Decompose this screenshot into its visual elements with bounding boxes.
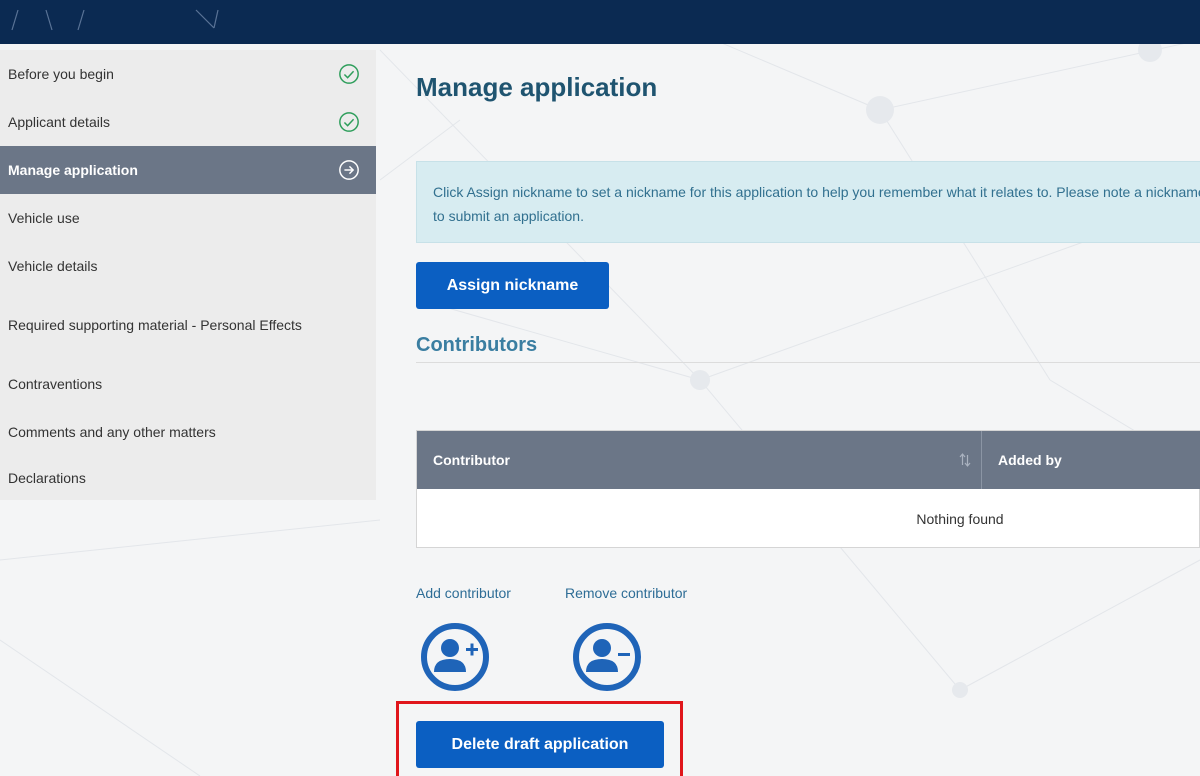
sort-icon <box>959 453 971 467</box>
sidebar-item-before-you-begin[interactable]: Before you begin <box>0 50 376 98</box>
arrow-circle-icon <box>339 160 359 180</box>
contributors-heading: Contributors <box>416 334 538 356</box>
info-text-line-2: to submit an application. <box>433 208 584 224</box>
info-alert: Click Assign nickname to set a nickname … <box>416 161 1200 243</box>
sidebar-item-label: Vehicle details <box>8 258 98 274</box>
sidebar-item-label: Contraventions <box>8 376 103 392</box>
sidebar-item-label: Manage application <box>8 162 138 178</box>
add-contributor-link[interactable]: Add contributor <box>416 585 511 601</box>
assign-nickname-button[interactable]: Assign nickname <box>416 262 609 309</box>
sidebar-item-declarations[interactable]: Declarations <box>0 454 376 502</box>
column-header-label: Added by <box>998 452 1062 468</box>
sidebar-item-comments[interactable]: Comments and any other matters <box>0 408 376 456</box>
info-text-line-1: Click Assign nickname to set a nickname … <box>433 184 1200 200</box>
sidebar-item-label: Applicant details <box>8 114 110 130</box>
column-header-contributor[interactable]: Contributor <box>417 431 982 489</box>
sidebar-item-contraventions[interactable]: Contraventions <box>0 360 376 408</box>
section-divider <box>416 362 1200 363</box>
table-header: Contributor Added by <box>417 431 1200 489</box>
sidebar-item-vehicle-use[interactable]: Vehicle use <box>0 194 376 242</box>
sidebar-item-label: Vehicle use <box>8 210 80 226</box>
application-steps-sidebar: Before you begin Applicant details Manag… <box>0 50 376 500</box>
remove-user-icon[interactable] <box>572 622 642 692</box>
check-circle-icon <box>339 64 359 84</box>
check-circle-icon <box>339 112 359 132</box>
table-empty-message: Nothing found <box>916 511 1004 527</box>
column-header-added-by[interactable]: Added by <box>982 431 1200 489</box>
sidebar-item-label: Declarations <box>8 470 86 486</box>
remove-contributor-link[interactable]: Remove contributor <box>565 585 687 601</box>
sidebar-item-manage-application[interactable]: Manage application <box>0 146 376 194</box>
sidebar-item-label: Comments and any other matters <box>8 424 216 440</box>
contributors-table: Contributor Added by Nothing found <box>416 430 1200 548</box>
sidebar-item-vehicle-details[interactable]: Vehicle details <box>0 242 376 290</box>
sidebar-item-applicant-details[interactable]: Applicant details <box>0 98 376 146</box>
page-title: Manage application <box>416 72 658 102</box>
sidebar-item-label: Required supporting material - Personal … <box>8 317 302 333</box>
sidebar-item-label: Before you begin <box>8 66 114 82</box>
sidebar-item-required-supporting-material[interactable]: Required supporting material - Personal … <box>0 290 376 360</box>
main-content: Manage application Click Assign nickname… <box>416 0 1200 776</box>
highlight-annotation-box <box>396 701 683 776</box>
column-header-label: Contributor <box>433 452 510 468</box>
header-pattern <box>11 9 219 31</box>
add-user-icon[interactable] <box>420 622 490 692</box>
